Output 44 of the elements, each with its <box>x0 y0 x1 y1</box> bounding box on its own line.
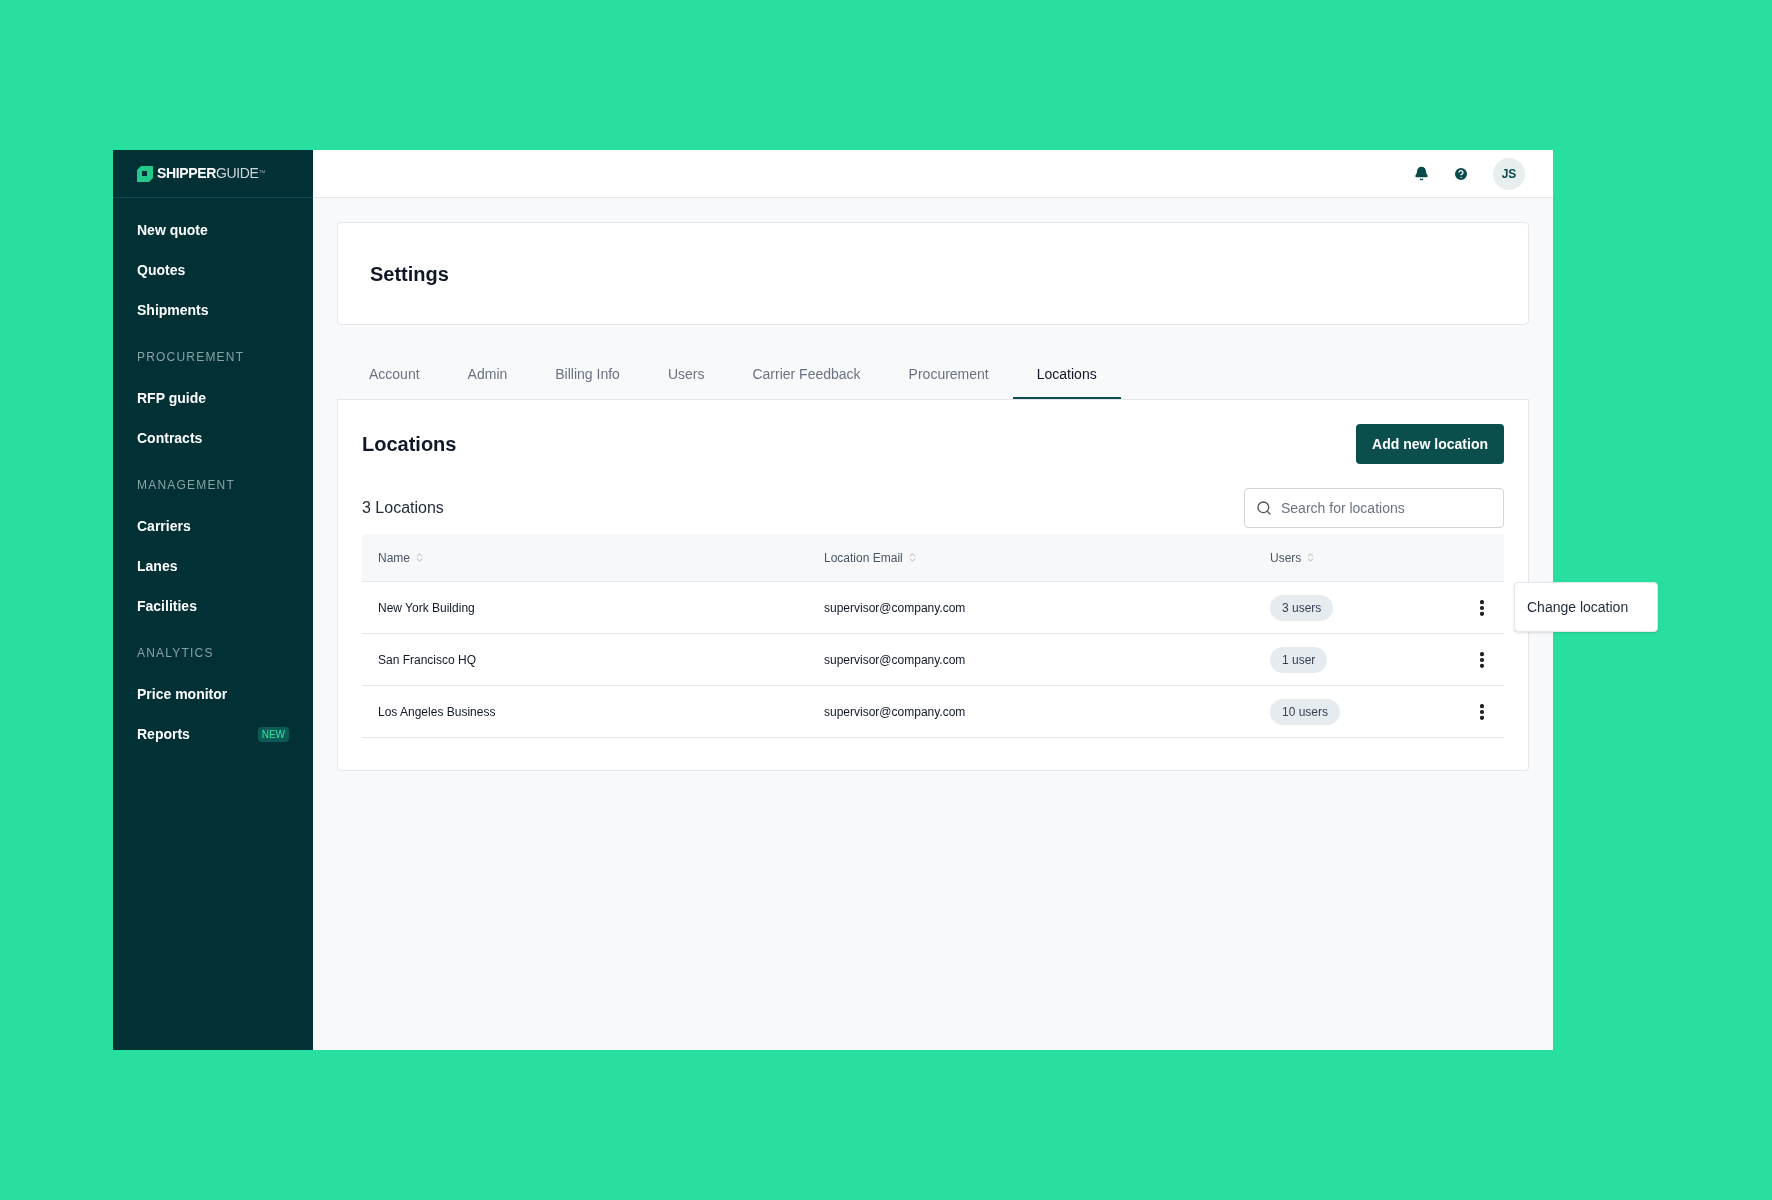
nav-link[interactable]: New quote <box>137 219 208 241</box>
user-count-badge: 10 users <box>1270 698 1341 725</box>
new-badge: NEW <box>257 726 289 742</box>
table-cell-text: New York Building <box>378 599 476 617</box>
location-count: 3 Locations <box>362 498 444 518</box>
menu-item[interactable]: Change location <box>1527 596 1629 618</box>
nav-link[interactable]: Reports <box>137 723 190 745</box>
nav-link[interactable]: Lanes <box>137 555 178 577</box>
bell-icon[interactable] <box>1414 166 1429 181</box>
section-heading: PROCUREMENT <box>137 349 245 366</box>
table-cell-text: San Francisco HQ <box>378 651 478 669</box>
panel-title: Locations <box>362 432 457 457</box>
help-icon[interactable] <box>1453 165 1469 182</box>
user-count-badge: 3 users <box>1270 594 1334 621</box>
table-cell-text: Los Angeles Business <box>378 703 497 721</box>
logo-icon <box>137 165 153 182</box>
logo-text: SHIPPERGUIDE$^{™}$ <box>157 164 266 183</box>
nav-link[interactable]: Price monitor <box>137 683 228 705</box>
section-heading: MANAGEMENT <box>137 477 235 494</box>
tab[interactable]: Admin <box>443 351 532 399</box>
table-cell-text: supervisor@company.com <box>824 599 967 617</box>
tab[interactable]: Users <box>643 351 729 399</box>
page-title: Settings <box>370 261 449 287</box>
tab[interactable]: Billing Info <box>531 351 644 399</box>
section-heading: ANALYTICS <box>137 645 214 662</box>
column-heading[interactable]: Name <box>378 548 410 567</box>
user-count-badge: 1 user <box>1270 646 1328 673</box>
nav-link[interactable]: Carriers <box>137 515 191 537</box>
nav-link[interactable]: Contracts <box>137 427 203 449</box>
search-icon <box>1256 500 1272 516</box>
table-cell-text: supervisor@company.com <box>824 651 967 669</box>
nav-link[interactable]: RFP guide <box>137 387 206 409</box>
search-field[interactable]: Search for locations <box>1244 488 1504 528</box>
tab[interactable]: Account <box>345 351 444 399</box>
tab[interactable]: Carrier Feedback <box>728 351 885 399</box>
nav-link[interactable]: Quotes <box>137 259 186 281</box>
add-location-button[interactable]: Add new location <box>1356 424 1504 464</box>
avatar[interactable]: JS <box>1493 157 1525 190</box>
nav-link[interactable]: Shipments <box>137 299 209 321</box>
table-cell-text: supervisor@company.com <box>824 703 967 721</box>
nav-link[interactable]: Facilities <box>137 595 197 617</box>
column-heading[interactable]: Users <box>1270 548 1302 567</box>
column-heading[interactable]: Location Email <box>824 548 903 567</box>
tab[interactable]: Procurement <box>884 351 1013 399</box>
